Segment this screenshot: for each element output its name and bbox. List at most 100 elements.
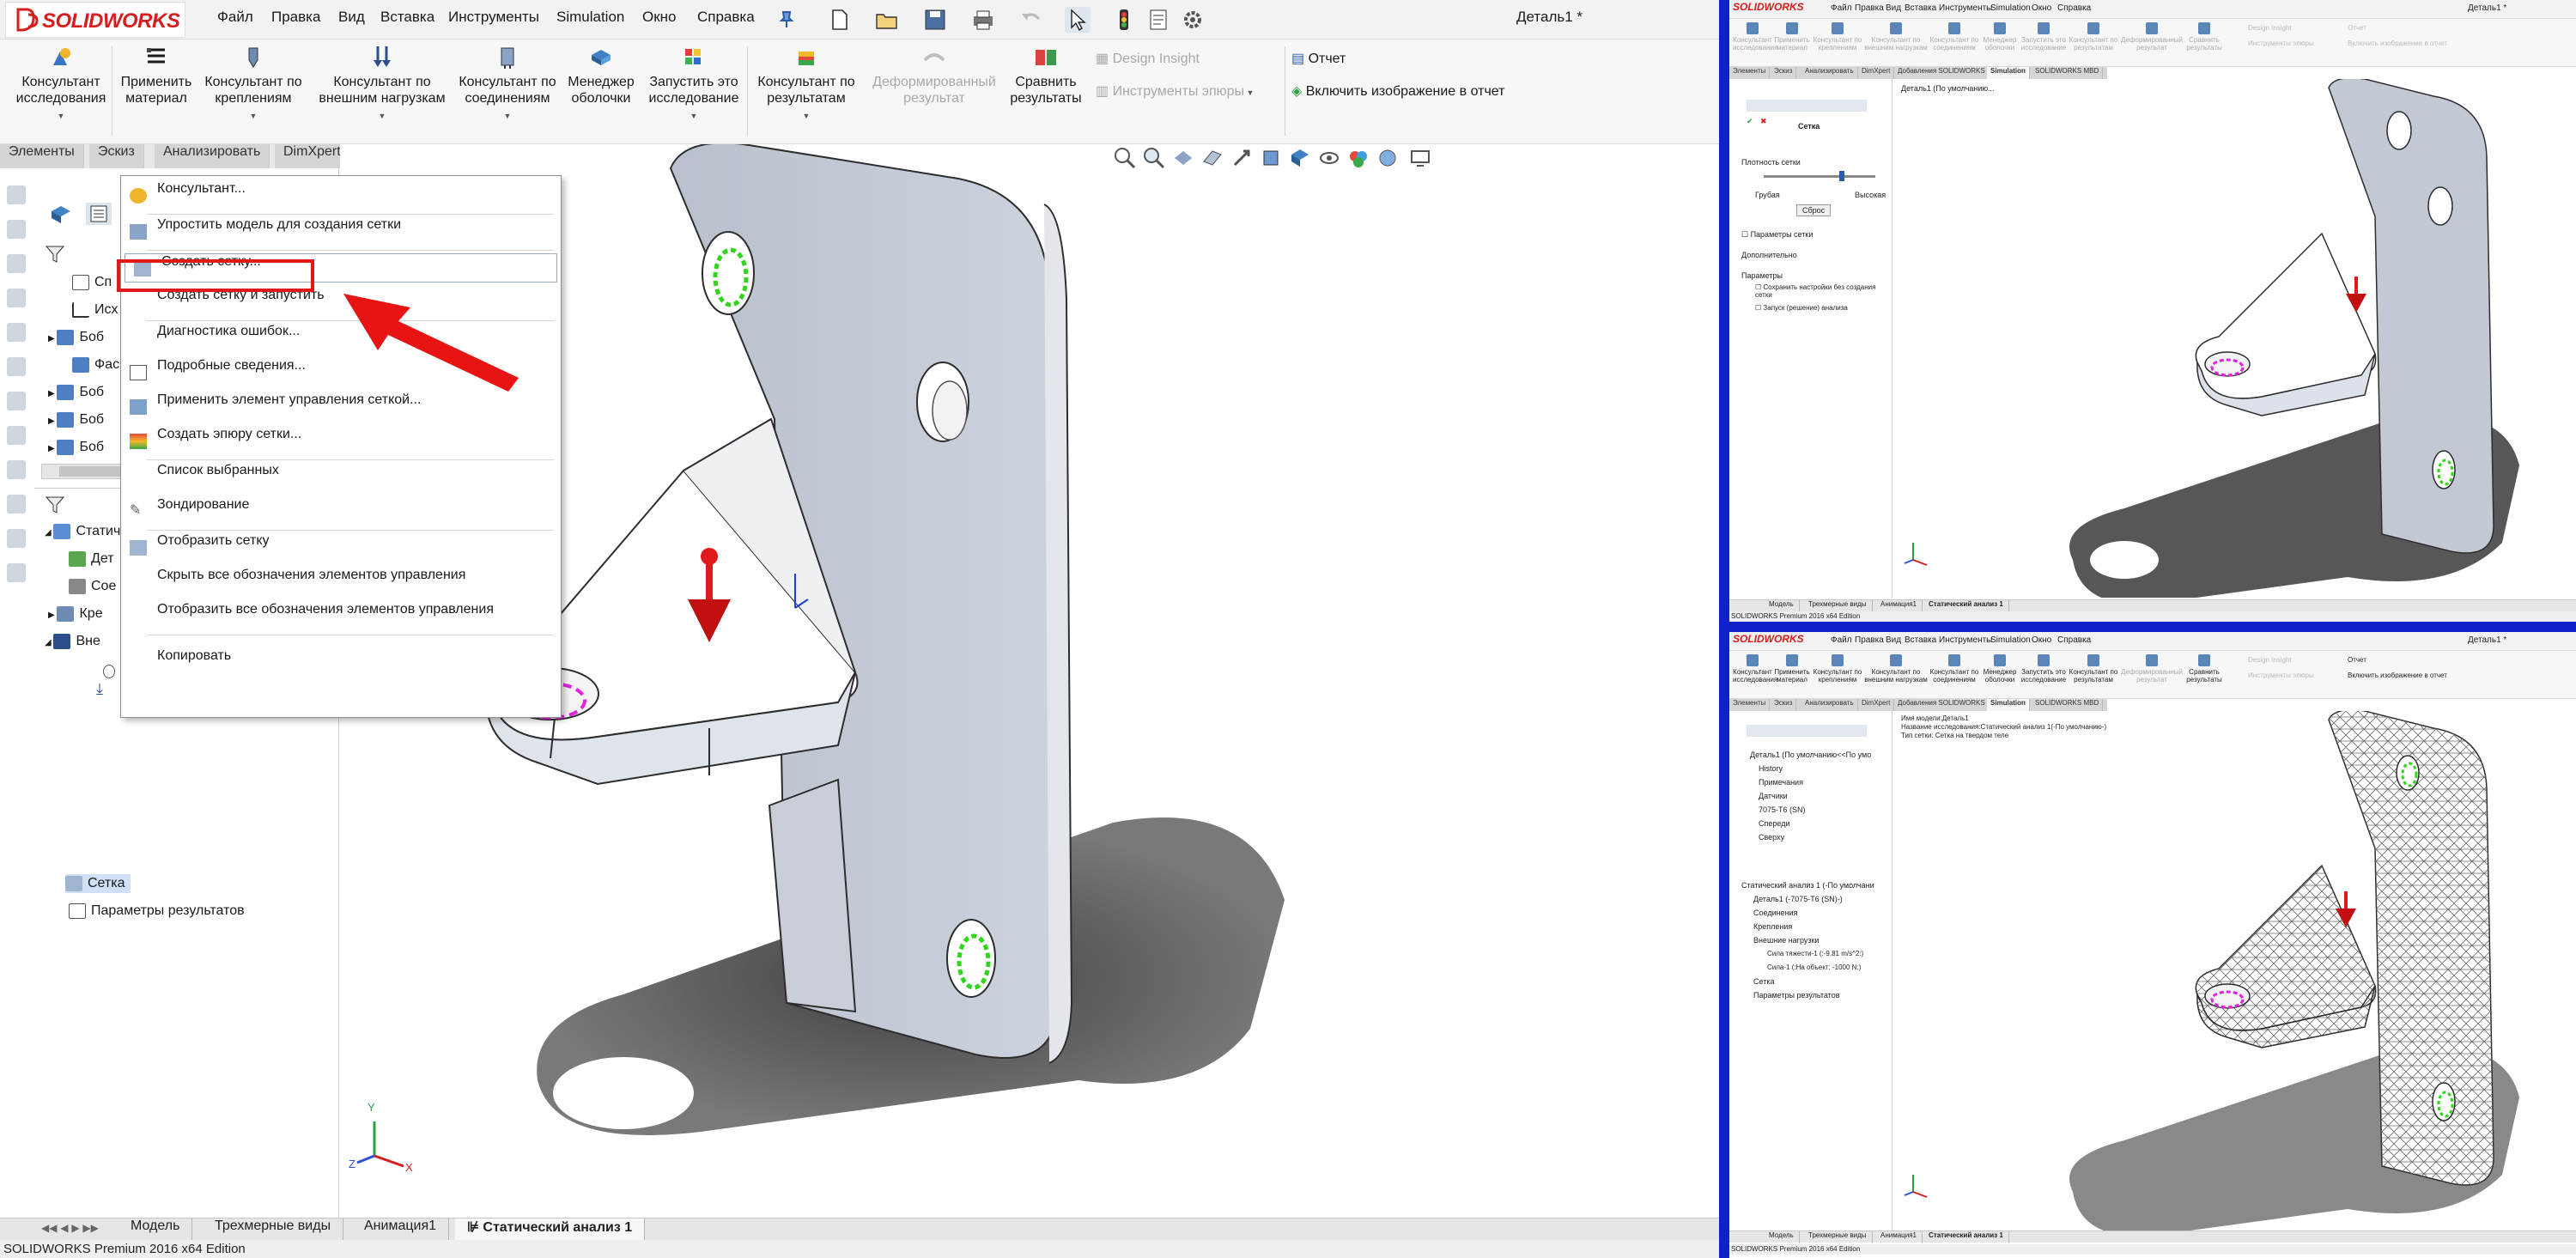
section-advanced[interactable]: Дополнительно — [1741, 251, 1797, 259]
study-advisor-button[interactable]: Консультант исследования — [1733, 22, 1777, 52]
compare-results-button[interactable]: Сравнить результаты — [2184, 654, 2224, 684]
tab-evaluate[interactable]: Анализировать — [1801, 699, 1858, 711]
tree-item[interactable]: History — [1759, 764, 1783, 773]
view-orientation-icon[interactable] — [1259, 146, 1283, 170]
tree-item[interactable]: Датчики — [1759, 792, 1788, 800]
save-icon[interactable] — [922, 7, 948, 33]
previous-view-icon[interactable] — [1171, 146, 1195, 170]
collapse-arrow-icon[interactable]: ◢ — [45, 528, 53, 538]
tree-item[interactable]: Дет — [69, 551, 114, 567]
left-tool-icon[interactable] — [7, 289, 26, 307]
tab-static-study[interactable]: Статический анализ 1 — [1923, 1231, 2009, 1243]
tab-static-study[interactable]: Статический анализ 1 — [1923, 600, 2009, 612]
tab-simulation[interactable]: Simulation — [1987, 67, 2030, 79]
tree-item-study[interactable]: ◢ Статиче — [45, 524, 128, 539]
left-tool-icon[interactable] — [7, 529, 26, 548]
collapse-arrow-icon[interactable]: ◢ — [45, 638, 53, 647]
shell-manager-button[interactable]: Менеджер оболочки — [1980, 22, 2020, 52]
tree-item[interactable]: Деталь1 (-7075-T6 (SN)-) — [1753, 895, 1843, 903]
menu-view[interactable]: Вид — [1886, 3, 1901, 13]
expand-arrow-icon[interactable]: ▶ — [48, 389, 57, 398]
menu-view[interactable]: Вид — [1886, 635, 1901, 645]
menu-item-mesh-control[interactable]: Применить элемент управления сеткой... — [121, 392, 561, 422]
tab-addins[interactable]: Добавления SOLIDWORKS — [1894, 699, 1990, 711]
tree-item[interactable]: Сверху — [1759, 833, 1784, 842]
tab-mbd[interactable]: SOLIDWORKS MBD — [2032, 699, 2104, 711]
results-advisor-button[interactable]: Консультант по результатам — [2068, 654, 2119, 684]
expand-arrow-icon[interactable]: ▶ — [48, 416, 57, 426]
tab-model[interactable]: Модель — [1764, 1231, 1800, 1243]
tree-item[interactable]: ▶ Боб — [48, 412, 104, 428]
menu-edit[interactable]: Правка — [1855, 3, 1884, 13]
dropdown-arrow-icon[interactable]: ▼ — [504, 112, 512, 120]
left-tool-icon[interactable] — [7, 460, 26, 479]
connections-advisor-button[interactable]: Консультант по соединениям — [1929, 22, 1980, 52]
save-settings-checkbox[interactable]: ☐ Сохранить настройки без создания сетки — [1755, 283, 1884, 299]
external-loads-advisor-button[interactable]: Консультант по внешним нагрузкам ▼ — [309, 45, 455, 125]
appearance-icon[interactable] — [1346, 146, 1370, 170]
tree-item[interactable]: ◢ Вне — [45, 634, 100, 649]
tab-model[interactable]: Модель — [118, 1218, 193, 1241]
deformed-result-button[interactable]: Деформированный результат — [2119, 654, 2184, 684]
plot-tools-button[interactable]: ▥ Инструменты эпюры ▼ — [1096, 82, 1254, 100]
menu-item-mesh-plot[interactable]: Создать эпюру сетки... — [121, 427, 561, 456]
tree-item-part[interactable]: Деталь1 (По умолчанию<<По умо — [1750, 751, 1871, 759]
zoom-area-icon[interactable] — [1142, 146, 1166, 170]
tree-item[interactable]: Сое — [69, 579, 116, 594]
cancel-icon[interactable]: ✖ — [1760, 117, 1767, 126]
select-icon[interactable] — [1065, 7, 1091, 33]
plot-tools-button[interactable]: Инструменты эпюры — [2248, 672, 2314, 679]
external-loads-advisor-button[interactable]: Консультант по внешним нагрузкам — [1863, 22, 1929, 52]
menu-file[interactable]: Файл — [217, 9, 253, 26]
menu-window[interactable]: Окно — [642, 9, 677, 26]
menu-simulation[interactable]: Simulation — [1990, 635, 2031, 645]
fixtures-advisor-button[interactable]: Консультант по креплениям — [1812, 22, 1863, 52]
zoom-fit-icon[interactable] — [1113, 146, 1137, 170]
filter-icon[interactable] — [45, 244, 65, 264]
tree-item-results[interactable]: Параметры результатов — [1753, 991, 1840, 1000]
tab-dimxpert[interactable]: DimXpert — [1858, 67, 1895, 79]
apply-material-button[interactable]: Применить материал — [1772, 22, 1812, 52]
external-loads-advisor-button[interactable]: Консультант по внешним нагрузкам — [1863, 654, 1929, 684]
left-tool-icon[interactable] — [7, 220, 26, 239]
run-study-button[interactable]: Запустить это исследование ▼ — [642, 45, 745, 125]
tab-sketch[interactable]: Эскиз — [1771, 699, 1797, 711]
property-manager-icon[interactable] — [86, 203, 112, 225]
fixtures-advisor-button[interactable]: Консультант по креплениям ▼ — [197, 45, 309, 125]
force-icon[interactable]: ⤓ — [96, 680, 115, 698]
results-advisor-button[interactable]: Консультант по результатам — [2068, 22, 2119, 52]
menu-file[interactable]: Файл — [1831, 635, 1852, 645]
design-insight-button[interactable]: Design Insight — [2248, 656, 2292, 664]
menu-help[interactable]: Справка — [2057, 3, 2091, 13]
rebuild-icon[interactable] — [1111, 7, 1137, 33]
tree-item[interactable]: ▶ Боб — [48, 330, 104, 345]
deformed-result-button[interactable]: Деформированный результат — [2119, 22, 2184, 52]
design-insight-button[interactable]: ▦ Design Insight — [1096, 50, 1200, 67]
tab-dimxpert[interactable]: DimXpert — [1858, 699, 1895, 711]
tree-item-mesh[interactable]: Сетка — [1753, 977, 1774, 986]
menu-tools[interactable]: Инструменты — [1939, 635, 1992, 645]
mesh-params-checkbox[interactable]: ☐ Параметры сетки — [1741, 230, 1813, 240]
menu-tools[interactable]: Инструменты — [448, 9, 539, 26]
solidworks-logo[interactable]: SOLIDWORKS — [1733, 1, 1804, 13]
menu-insert[interactable]: Вставка — [1905, 3, 1936, 13]
solidworks-logo[interactable]: SOLIDWORKS — [5, 2, 185, 38]
tab-scroll-arrows-icon[interactable]: ◀◀ ◀ ▶ ▶▶ — [41, 1222, 99, 1234]
menu-insert[interactable]: Вставка — [1905, 635, 1936, 645]
view-settings-icon[interactable] — [1408, 146, 1432, 170]
expand-arrow-icon[interactable]: ▶ — [48, 334, 57, 343]
print-icon[interactable] — [970, 7, 996, 33]
tree-item-mesh[interactable]: Сетка — [65, 874, 131, 894]
panel-tab-strip[interactable] — [1747, 725, 1867, 737]
fixtures-advisor-button[interactable]: Консультант по креплениям — [1812, 654, 1863, 684]
report-button[interactable]: Отчет — [2348, 24, 2366, 32]
file-properties-icon[interactable] — [1145, 7, 1171, 33]
ok-icon[interactable]: ✔ — [1747, 117, 1753, 126]
menu-item-list-selected[interactable]: Список выбранных — [121, 463, 561, 492]
section-view-icon[interactable] — [1200, 146, 1224, 170]
menu-item-hide-controls[interactable]: Скрыть все обозначения элементов управле… — [121, 568, 561, 597]
dropdown-arrow-icon[interactable]: ▼ — [690, 112, 698, 120]
options-icon[interactable] — [1180, 7, 1206, 33]
menu-item-simplify[interactable]: Упростить модель для создания сетки — [121, 217, 561, 246]
tab-simulation[interactable]: Simulation — [1987, 699, 2030, 711]
